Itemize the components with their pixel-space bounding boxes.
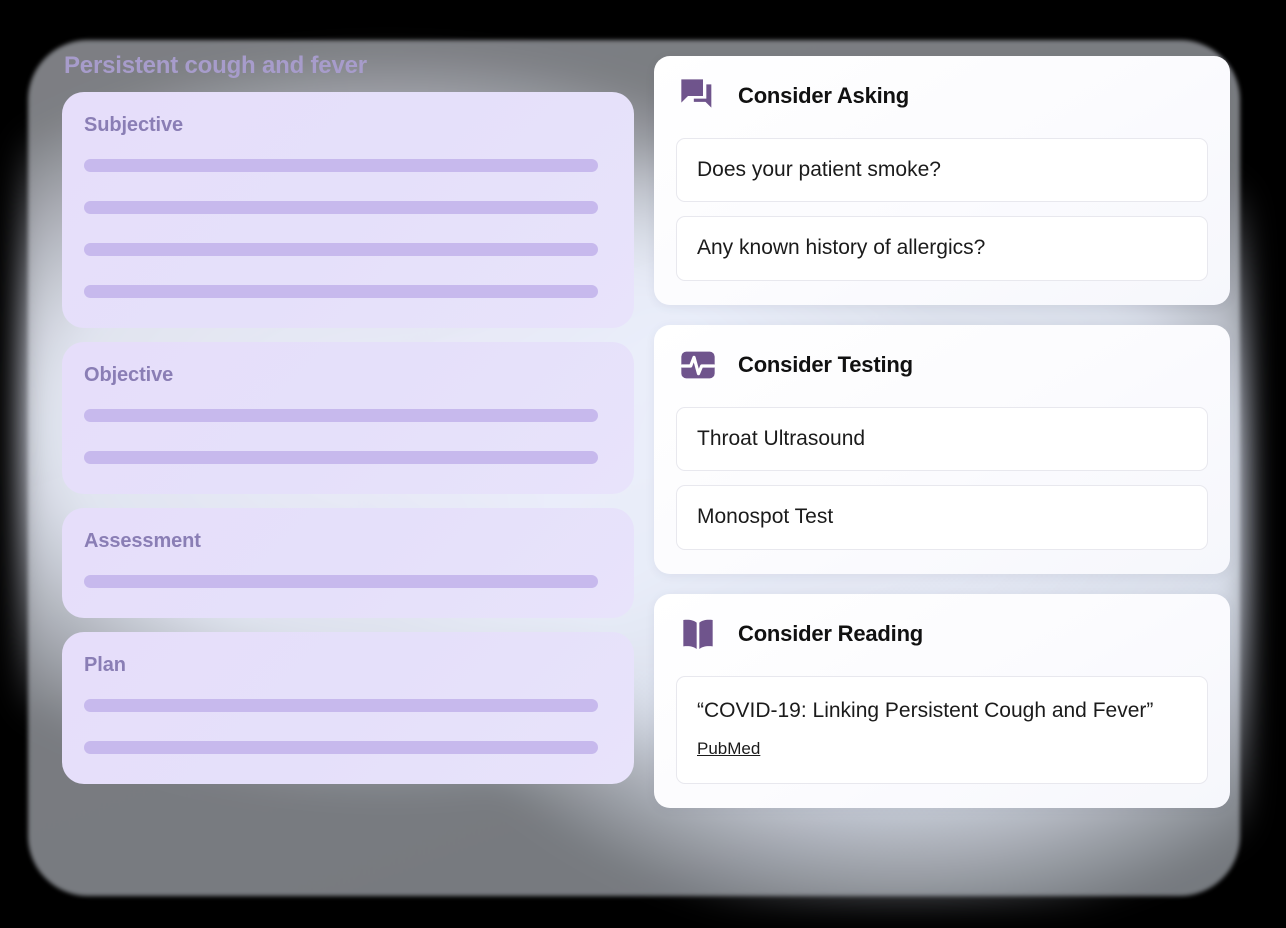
- soap-section-plan[interactable]: Plan: [62, 632, 634, 784]
- soap-placeholder-lines: [84, 699, 598, 758]
- placeholder-line: [84, 451, 598, 464]
- suggestion-item[interactable]: Any known history of allergics?: [676, 216, 1208, 281]
- card-title: Consider Reading: [738, 620, 924, 646]
- placeholder-line: [84, 741, 598, 754]
- card-title: Consider Asking: [738, 83, 909, 108]
- suggestions-panel: Consider Asking Does your patient smoke?…: [654, 56, 1230, 809]
- soap-placeholder-lines: [84, 575, 598, 592]
- soap-section-assessment[interactable]: Assessment: [62, 508, 634, 618]
- soap-section-heading: Plan: [84, 654, 126, 676]
- suggestion-item-reading[interactable]: “COVID-19: Linking Persistent Cough and …: [676, 675, 1208, 785]
- reading-title: “COVID-19: Linking Persistent Cough and …: [697, 698, 1154, 722]
- soap-placeholder-lines: [84, 409, 598, 468]
- suggestion-card-consider-asking: Consider Asking Does your patient smoke?…: [654, 56, 1230, 305]
- card-header: Consider Testing: [676, 345, 1208, 385]
- page-title: Persistent cough and fever: [64, 52, 367, 79]
- soap-placeholder-lines: [84, 159, 598, 302]
- soap-section-heading: Assessment: [84, 530, 201, 552]
- soap-section-objective[interactable]: Objective: [62, 342, 634, 494]
- card-title: Consider Testing: [738, 351, 913, 377]
- card-header: Consider Asking: [676, 76, 1208, 116]
- soap-note-panel: Persistent cough and fever Subjective Ob…: [62, 52, 634, 798]
- suggestion-item[interactable]: Throat Ultrasound: [676, 406, 1208, 472]
- placeholder-line: [84, 409, 598, 422]
- suggestion-item[interactable]: Monospot Test: [676, 485, 1208, 550]
- placeholder-line: [84, 285, 598, 298]
- pulse-monitor-icon: [680, 351, 716, 379]
- placeholder-line: [84, 575, 598, 588]
- suggestion-card-consider-reading: Consider Reading “COVID-19: Linking Pers…: [654, 593, 1230, 809]
- soap-section-heading: Subjective: [84, 114, 184, 136]
- placeholder-line: [84, 243, 598, 256]
- placeholder-line: [84, 201, 598, 214]
- soap-section-heading: Objective: [84, 364, 174, 386]
- pubmed-link[interactable]: PubMed: [697, 737, 760, 762]
- open-book-icon: [683, 619, 713, 649]
- suggestion-item[interactable]: Does your patient smoke?: [676, 138, 1208, 203]
- placeholder-line: [84, 699, 598, 712]
- chat-bubbles-icon: [681, 79, 712, 108]
- placeholder-line: [84, 159, 598, 172]
- soap-section-subjective[interactable]: Subjective: [62, 92, 634, 328]
- suggestion-card-consider-testing: Consider Testing Throat Ultrasound Monos…: [654, 324, 1230, 574]
- card-header: Consider Reading: [676, 614, 1208, 654]
